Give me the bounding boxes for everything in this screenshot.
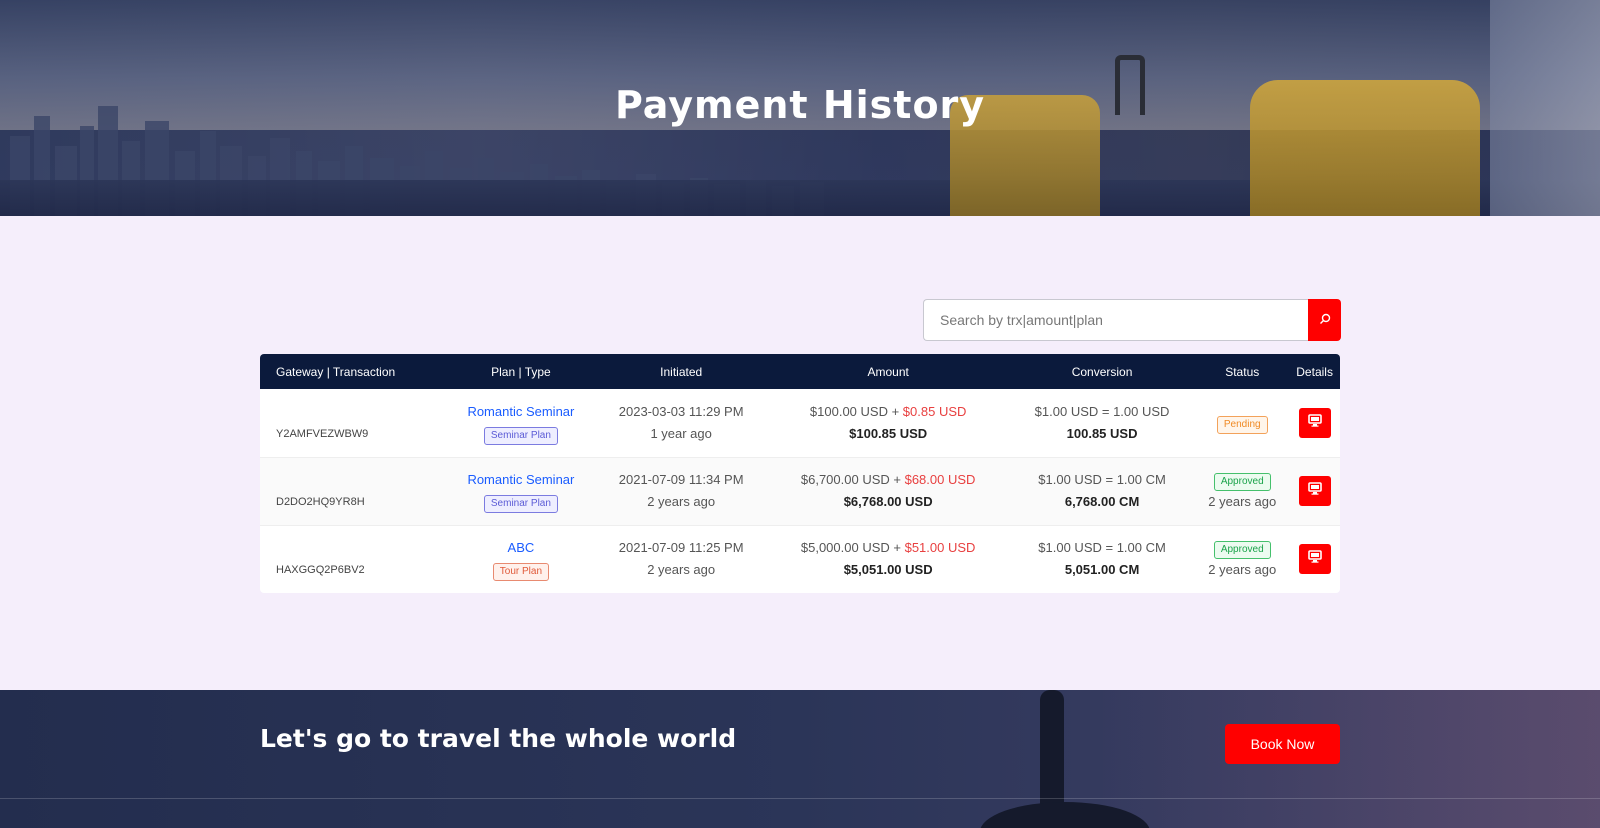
desktop-icon	[1307, 412, 1322, 434]
amount-cell: $6,700.00 USD + $68.00 USD $6,768.00 USD	[767, 457, 1008, 525]
conversion-cell: $1.00 USD = 1.00 CM 5,051.00 CM	[1009, 525, 1195, 593]
status-cell: Approved 2 years ago	[1195, 457, 1289, 525]
status-ago: 2 years ago	[1208, 562, 1277, 578]
column-header-conversion: Conversion	[1071, 364, 1133, 379]
cta-divider	[0, 798, 1600, 799]
initiated-ago: 1 year ago	[650, 425, 712, 441]
amount-base: $100.00 USD +	[809, 403, 903, 419]
initiated-cell: 2023-03-03 11:29 PM 1 year ago	[595, 389, 768, 457]
cta-sky-glow	[1100, 690, 1600, 828]
details-cell	[1289, 389, 1340, 457]
table-row: D2DO2HQ9YR8H Romantic Seminar Seminar Pl…	[260, 457, 1340, 525]
amount-total: $6,768.00 USD	[843, 494, 933, 509]
cta-section: Let's go to travel the whole world Book …	[0, 690, 1600, 828]
table-row: HAXGGQ2P6BV2 ABC Tour Plan 2021-07-09 11…	[260, 525, 1340, 593]
column-header-gateway: Gateway | Transaction	[276, 364, 396, 379]
plan-type-badge: Seminar Plan	[483, 495, 558, 513]
conversion-cell: $1.00 USD = 1.00 CM 6,768.00 CM	[1009, 457, 1195, 525]
amount-cell: $5,000.00 USD + $51.00 USD $5,051.00 USD	[767, 525, 1008, 593]
details-cell	[1289, 457, 1340, 525]
status-badge: Approved	[1213, 541, 1271, 560]
plan-cell: Romantic Seminar Seminar Plan	[447, 389, 595, 457]
amount-total: $100.85 USD	[849, 425, 928, 441]
amount-charge: $68.00 USD	[904, 472, 976, 487]
status-ago: 2 years ago	[1208, 494, 1277, 509]
amount-total: $5,051.00 USD	[843, 562, 933, 578]
transaction-id: HAXGGQ2P6BV2	[276, 564, 365, 577]
details-button[interactable]	[1298, 407, 1331, 438]
table-header: Gateway | Transaction Plan | Type Initia…	[260, 354, 1340, 389]
column-header-details: Details	[1296, 364, 1333, 379]
conversion-total: 6,768.00 CM	[1064, 494, 1140, 509]
status-cell: Pending	[1195, 389, 1289, 457]
amount-charge: $51.00 USD	[904, 540, 976, 556]
details-cell	[1289, 525, 1340, 593]
book-now-button[interactable]: Book Now	[1225, 724, 1340, 764]
plan-type-badge: Seminar Plan	[483, 426, 558, 445]
conversion-rate: $1.00 USD = 1.00 CM	[1038, 472, 1166, 487]
status-badge: Pending	[1216, 415, 1268, 434]
initiated-date: 2021-07-09 11:25 PM	[618, 540, 744, 556]
desktop-icon	[1307, 480, 1322, 502]
plan-link[interactable]: Romantic Seminar	[447, 401, 595, 423]
column-header-plan: Plan | Type	[491, 364, 551, 379]
table-row: Y2AMFVEZWBW9 Romantic Seminar Seminar Pl…	[260, 389, 1340, 457]
column-header-amount: Amount	[867, 364, 909, 379]
column-header-initiated: Initiated	[660, 364, 703, 379]
initiated-date: 2023-03-03 11:29 PM	[618, 403, 744, 419]
conversion-rate: $1.00 USD = 1.00 USD	[1034, 403, 1170, 419]
hiker-silhouette	[1040, 690, 1064, 808]
plan-type-badge: Tour Plan	[492, 563, 550, 582]
column-header-status: Status	[1225, 364, 1260, 379]
initiated-date: 2021-07-09 11:34 PM	[618, 472, 744, 487]
details-button[interactable]	[1298, 544, 1331, 575]
status-badge: Approved	[1213, 473, 1271, 491]
plan-cell: ABC Tour Plan	[447, 525, 595, 593]
conversion-total: 100.85 USD	[1066, 425, 1138, 441]
transaction-id: Y2AMFVEZWBW9	[276, 427, 369, 440]
conversion-cell: $1.00 USD = 1.00 USD 100.85 USD	[1009, 389, 1195, 457]
details-button[interactable]	[1298, 476, 1331, 506]
plan-link[interactable]: ABC	[447, 537, 595, 559]
initiated-cell: 2021-07-09 11:34 PM 2 years ago	[595, 457, 768, 525]
page-title: Payment History	[614, 83, 986, 127]
plan-link[interactable]: Romantic Seminar	[447, 469, 595, 491]
amount-cell: $100.00 USD + $0.85 USD $100.85 USD	[767, 389, 1008, 457]
conversion-total: 5,051.00 CM	[1064, 562, 1140, 578]
plan-cell: Romantic Seminar Seminar Plan	[447, 457, 595, 525]
search-button[interactable]	[1308, 299, 1341, 341]
amount-charge: $0.85 USD	[902, 403, 967, 419]
search-input[interactable]	[923, 299, 1308, 341]
initiated-ago: 2 years ago	[647, 494, 716, 509]
transaction-id: D2DO2HQ9YR8H	[276, 496, 365, 508]
search-icon	[1319, 313, 1331, 328]
payment-table-container: Gateway | Transaction Plan | Type Initia…	[260, 354, 1340, 593]
payment-history-table: Gateway | Transaction Plan | Type Initia…	[260, 354, 1340, 593]
amount-base: $6,700.00 USD +	[800, 472, 905, 487]
initiated-ago: 2 years ago	[647, 562, 716, 578]
search-form	[923, 299, 1341, 341]
status-cell: Approved 2 years ago	[1195, 525, 1289, 593]
initiated-cell: 2021-07-09 11:25 PM 2 years ago	[595, 525, 768, 593]
hero-banner: Payment History	[0, 0, 1600, 216]
conversion-rate: $1.00 USD = 1.00 CM	[1038, 540, 1166, 556]
desktop-icon	[1307, 548, 1322, 570]
cta-title: Let's go to travel the whole world	[260, 724, 737, 753]
amount-base: $5,000.00 USD +	[800, 540, 905, 556]
